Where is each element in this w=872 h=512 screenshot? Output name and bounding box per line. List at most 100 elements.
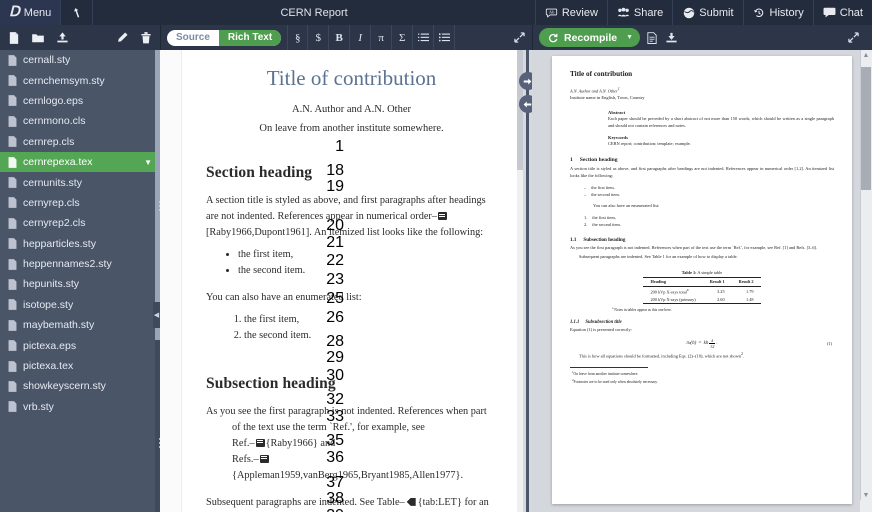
download-icon[interactable]	[664, 31, 678, 45]
file-tree-item-cernrep-cls[interactable]: cernrep.cls	[0, 132, 160, 152]
trash-icon[interactable]	[139, 31, 153, 45]
table-header-cell: Result 1	[702, 277, 732, 287]
scroll-up-arrow-icon[interactable]: ▲	[861, 52, 871, 59]
line-number: 20	[326, 217, 344, 234]
new-folder-icon[interactable]	[31, 31, 45, 45]
inline-math-button[interactable]: $	[308, 25, 330, 50]
table-cell: 1.48	[731, 295, 761, 305]
bold-button[interactable]: B	[329, 25, 351, 50]
panel-divider[interactable]	[518, 50, 537, 512]
refresh-icon	[546, 31, 559, 44]
review-button[interactable]: Ab Review	[534, 0, 607, 25]
pdf-section-1-number: 1	[570, 157, 573, 164]
citation-chip-icon[interactable]	[438, 212, 448, 221]
eq-arg: (h)	[690, 340, 697, 346]
file-tree-item-cernall-sty[interactable]: cernall.sty	[0, 50, 160, 70]
file-tree-item-pictexa-eps[interactable]: pictexa.eps	[0, 335, 160, 355]
eq-number: (1)	[826, 340, 832, 346]
chat-button[interactable]: Chat	[812, 0, 872, 25]
file-tree-item-heppennames2-sty[interactable]: heppennames2.sty	[0, 254, 160, 274]
source-mode-option[interactable]: Source	[167, 30, 219, 46]
file-icon	[8, 115, 17, 127]
file-tree-item-cernunits-sty[interactable]: cernunits.sty	[0, 172, 160, 192]
file-icon	[8, 197, 17, 209]
italic-button[interactable]: I	[350, 25, 372, 50]
share-button[interactable]: Share	[606, 0, 672, 25]
table-cell: 2.60	[702, 295, 732, 305]
citation-chip-icon[interactable]	[259, 454, 269, 463]
line-number: 19	[326, 178, 344, 195]
label-tag-icon[interactable]	[406, 497, 416, 506]
pdf-subsection-text: As you see the first paragraph is not in…	[570, 244, 818, 250]
review-icon: Ab	[545, 6, 558, 19]
richtext-mode-option[interactable]: Rich Text	[218, 29, 282, 46]
table-header-cell: Result 2	[731, 277, 761, 287]
file-tree-item-pictexa-tex[interactable]: pictexa.tex	[0, 356, 160, 376]
pdf-subsection-number: 1.1	[570, 236, 577, 243]
line-number: 36	[326, 449, 344, 466]
editor-format-toolbar: Source Rich Text § $ B I π Σ	[160, 25, 532, 50]
expand-editor-icon[interactable]	[506, 32, 532, 43]
back-to-projects-button[interactable]	[61, 0, 94, 25]
pdf-subsubsection-number: 1.1.1	[570, 320, 580, 326]
file-tree-item-showkeyscern-sty[interactable]: showkeyscern.sty	[0, 376, 160, 396]
pdf-scrollbar[interactable]: ▲ ▼	[860, 50, 872, 512]
file-name: vrb.sty	[23, 400, 54, 413]
file-tree-item-cernlogo-eps[interactable]: cernlogo.eps	[0, 91, 160, 111]
pdf-abstract-block: Abstract Each paper should be preceded b…	[608, 110, 834, 148]
file-tree-item-maybemath-sty[interactable]: maybemath.sty	[0, 315, 160, 335]
recompile-button[interactable]: Recompile ▼	[539, 28, 641, 47]
menu-label: Menu	[23, 6, 52, 19]
symbol-button[interactable]: π	[371, 25, 393, 50]
file-tree-resize-handle-lower[interactable]	[156, 432, 160, 454]
pdf-subsubsection-heading: 1.1.1 Subsubsection title	[570, 320, 834, 325]
file-tree-item-vrb-sty[interactable]: vrb.sty	[0, 397, 160, 417]
pdf-scroll-thumb[interactable]	[861, 67, 871, 190]
menu-button[interactable]: Ⅾ Menu	[0, 0, 62, 25]
pencil-icon[interactable]	[115, 31, 129, 45]
history-icon	[753, 6, 766, 19]
citation-chip-icon[interactable]	[255, 438, 265, 447]
chevron-down-icon[interactable]: ▼	[626, 34, 633, 41]
ref-citation: {Raby1966}	[265, 437, 318, 449]
pdf-footnote-2: 2Footnotes are to be used only when abso…	[572, 377, 658, 385]
pdf-subsubsection-title: Subsubsection title	[585, 320, 622, 326]
scroll-down-arrow-icon[interactable]: ▼	[861, 492, 871, 499]
ordered-list-button[interactable]	[413, 25, 435, 50]
table-row: 200 kVp X-rays (primary) 2.60 1.48	[643, 295, 761, 305]
expand-pdf-icon[interactable]	[840, 32, 866, 43]
file-tree-resize-handle[interactable]	[156, 195, 160, 217]
chat-icon	[823, 6, 836, 19]
source-richtext-toggle[interactable]: Source Rich Text	[167, 29, 282, 46]
file-tree-item-isotope-sty[interactable]: isotope.sty	[0, 295, 160, 315]
file-tree-item-cernmono-cls[interactable]: cernmono.cls	[0, 111, 160, 131]
file-icon	[8, 177, 17, 188]
file-tree-item-cernrepexa-tex[interactable]: cernrepexa.tex ▼	[0, 151, 160, 173]
pdf-file-icon[interactable]	[645, 31, 659, 45]
chevron-down-icon[interactable]: ▼	[144, 158, 152, 167]
section-button[interactable]: §	[287, 25, 309, 50]
file-tree-item-hepparticles-sty[interactable]: hepparticles.sty	[0, 234, 160, 254]
rich-text-document[interactable]: Title of contribution A.N. Author and A.…	[182, 50, 523, 512]
file-tree-item-cernyrep-cls[interactable]: cernyrep.cls	[0, 193, 160, 213]
upload-icon[interactable]	[55, 31, 69, 45]
file-tree-item-hepunits-sty[interactable]: hepunits.sty	[0, 274, 160, 294]
eq-fraction-denominator: 32	[710, 343, 715, 349]
history-button[interactable]: History	[742, 0, 813, 25]
pdf-authors: A.N. Author and A.N. Other1	[570, 87, 834, 95]
collapse-file-tree-icon[interactable]: ◀	[153, 302, 160, 328]
file-name: cernyrep.cls	[23, 196, 80, 209]
file-icon	[8, 401, 17, 413]
file-icon	[8, 381, 17, 392]
submit-button[interactable]: Submit	[672, 0, 742, 25]
display-math-button[interactable]: Σ	[392, 25, 414, 50]
dash-icon: –	[584, 184, 587, 190]
file-tree-item-cernyrep2-cls[interactable]: cernyrep2.cls	[0, 213, 160, 233]
editor-panel[interactable]: Title of contribution A.N. Author and A.…	[160, 50, 523, 512]
file-icon	[8, 75, 17, 86]
file-tree-item-cernchemsym-sty[interactable]: cernchemsym.sty	[0, 70, 160, 90]
pdf-preview-panel[interactable]: Title of contribution A.N. Author and A.…	[532, 50, 872, 512]
project-title: CERN Report	[280, 6, 348, 19]
bullet-list-button[interactable]	[434, 25, 456, 50]
new-file-icon[interactable]	[7, 31, 21, 45]
